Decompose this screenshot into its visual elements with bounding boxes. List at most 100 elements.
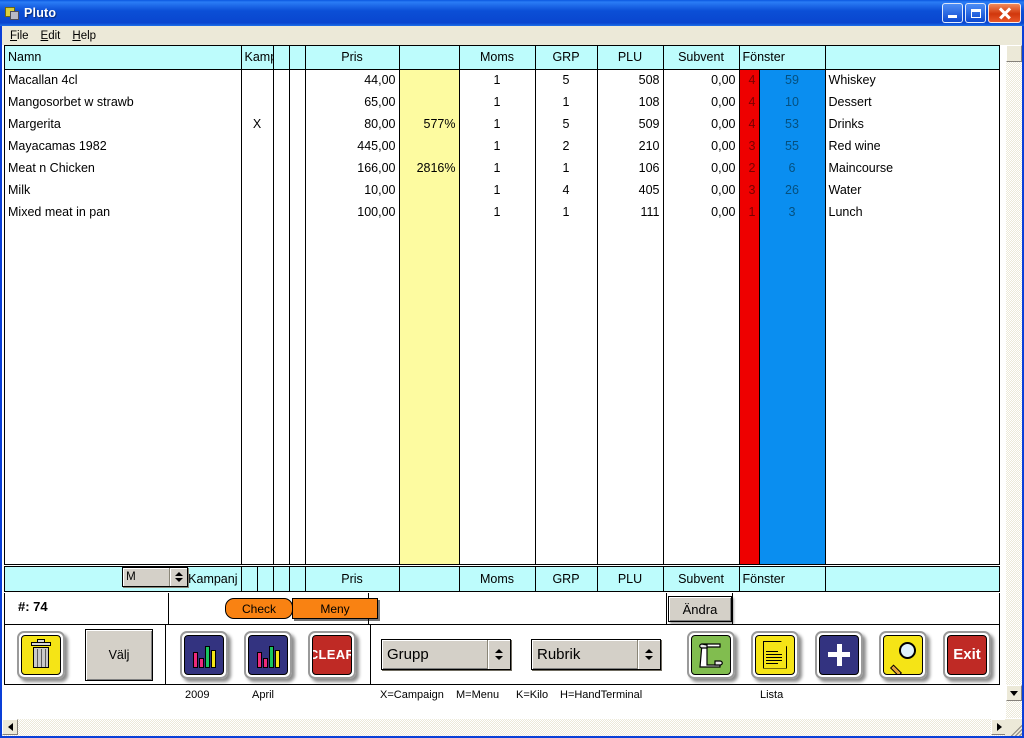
- column-header-blank-2[interactable]: [289, 46, 306, 70]
- table-row[interactable]: Mixed meat in pan 100,00 1 1 111 0,00 1 3 Lunch: [5, 201, 999, 223]
- delete-button[interactable]: [17, 630, 65, 679]
- column-header-beskrivning[interactable]: [825, 46, 999, 70]
- column-header-kampanj[interactable]: Kampanj: [241, 46, 274, 70]
- column-header-percent[interactable]: [399, 46, 460, 70]
- cell-namn: [5, 421, 242, 443]
- cell-percent: [399, 553, 460, 564]
- grupp-select-arrows[interactable]: [487, 640, 510, 669]
- table-row[interactable]: Margerita X 80,00 577% 1 5 509 0,00 4 53 Drinks: [5, 113, 999, 135]
- table-row[interactable]: [5, 421, 999, 443]
- cell-blank-1: [273, 267, 290, 289]
- cell-blank-1: [273, 333, 290, 355]
- cell-blank-1: [273, 201, 290, 223]
- table-row[interactable]: [5, 399, 999, 421]
- table-row[interactable]: Mayacamas 1982 445,00 1 2 210 0,00 3 55 Red wine: [5, 135, 999, 157]
- menu-item-edit[interactable]: Edit: [38, 29, 70, 43]
- scroll-left-button[interactable]: [2, 719, 18, 735]
- column-header-fonster[interactable]: Fönster: [739, 46, 826, 70]
- table-row[interactable]: [5, 245, 999, 267]
- table-row[interactable]: Mangosorbet w strawb 65,00 1 1 108 0,00 4 10 Des…: [5, 91, 999, 113]
- table-row[interactable]: [5, 267, 999, 289]
- exit-button[interactable]: Exit: [943, 630, 991, 679]
- cell-namn: [5, 289, 242, 311]
- cell-namn: Mixed meat in pan: [5, 201, 242, 223]
- filter-select[interactable]: M: [122, 567, 189, 587]
- report-button[interactable]: [751, 630, 799, 679]
- table-row[interactable]: [5, 223, 999, 245]
- scroll-button[interactable]: [687, 630, 735, 679]
- cell-grp: [535, 509, 598, 531]
- valj-button[interactable]: Välj: [85, 628, 153, 681]
- cell-blank-2: [289, 245, 306, 267]
- clear-button[interactable]: CLEAR: [308, 630, 356, 679]
- column-header-pris[interactable]: Pris: [305, 46, 400, 70]
- cell-grp: 2: [535, 135, 598, 157]
- grupp-select[interactable]: Grupp: [381, 639, 511, 670]
- cell-blank-2: [289, 135, 306, 157]
- table-row[interactable]: [5, 311, 999, 333]
- data-grid[interactable]: Namn Kampanj Pris Moms GRP PLU Subvent F…: [4, 45, 1000, 565]
- column-header-moms[interactable]: Moms: [459, 46, 536, 70]
- column-header-plu[interactable]: PLU: [597, 46, 664, 70]
- vertical-scrollbar-thumb[interactable]: [1006, 45, 1022, 62]
- add-button[interactable]: [815, 630, 863, 679]
- andra-button[interactable]: Ändra: [668, 596, 732, 622]
- table-row[interactable]: [5, 531, 999, 553]
- cell-namn: [5, 465, 242, 487]
- table-row[interactable]: Meat n Chicken 166,00 2816% 1 1 106 0,00 2 6 Main…: [5, 157, 999, 179]
- column-header-namn[interactable]: Namn: [5, 46, 242, 70]
- chart1-button[interactable]: [180, 630, 228, 679]
- cell-percent: [399, 135, 460, 157]
- cell-moms: 1: [459, 179, 536, 201]
- cell-plu: [597, 223, 664, 245]
- cell-plu: [597, 487, 664, 509]
- cell-pris: [305, 377, 400, 399]
- filter-select-arrows[interactable]: [169, 568, 188, 586]
- cell-plu: [597, 465, 664, 487]
- resize-grip[interactable]: [1005, 719, 1022, 736]
- maximize-icon[interactable]: [965, 3, 986, 23]
- vertical-scrollbar[interactable]: [1005, 45, 1022, 718]
- cell-pris: 10,00: [305, 179, 400, 201]
- column-header-blank-1[interactable]: [273, 46, 290, 70]
- scroll-down-button[interactable]: [1006, 685, 1022, 701]
- table-row[interactable]: Macallan 4cl 44,00 1 5 508 0,00 4 59 Whiskey: [5, 69, 999, 91]
- table-row[interactable]: [5, 465, 999, 487]
- cell-moms: 1: [459, 91, 536, 113]
- cell-percent: [399, 487, 460, 509]
- search-button[interactable]: [879, 630, 927, 679]
- table-row[interactable]: Milk 10,00 1 4 405 0,00 3 26 Water: [5, 179, 999, 201]
- cell-plu: [597, 421, 664, 443]
- cell-plu: [597, 443, 664, 465]
- status-year: 2009: [185, 689, 210, 701]
- cell-subvent: [663, 465, 740, 487]
- cell-blank-1: [273, 223, 290, 245]
- table-row[interactable]: [5, 553, 999, 564]
- table-row[interactable]: [5, 355, 999, 377]
- minimize-icon[interactable]: [942, 3, 963, 23]
- window-controls: [942, 3, 1021, 23]
- table-row[interactable]: [5, 443, 999, 465]
- table-row[interactable]: [5, 487, 999, 509]
- rubrik-select[interactable]: Rubrik: [531, 639, 661, 670]
- cell-subvent: 0,00: [663, 91, 740, 113]
- table-row[interactable]: [5, 333, 999, 355]
- cell-fonster-red: [739, 333, 760, 355]
- cell-moms: [459, 421, 536, 443]
- meny-button[interactable]: Meny: [292, 598, 378, 619]
- horizontal-scrollbar[interactable]: [2, 719, 1007, 736]
- menu-item-help[interactable]: Help: [69, 29, 105, 43]
- rubrik-select-arrows[interactable]: [637, 640, 660, 669]
- column-header-grp[interactable]: GRP: [535, 46, 598, 70]
- footer-blank-4: [289, 567, 306, 591]
- chart2-button[interactable]: [244, 630, 292, 679]
- table-row[interactable]: [5, 509, 999, 531]
- close-icon[interactable]: [988, 3, 1021, 23]
- table-row[interactable]: [5, 377, 999, 399]
- check-button[interactable]: Check: [225, 598, 293, 619]
- menu-item-file[interactable]: File: [7, 29, 38, 43]
- status-lista: Lista: [760, 689, 784, 701]
- column-header-subvent[interactable]: Subvent: [663, 46, 740, 70]
- table-row[interactable]: [5, 289, 999, 311]
- cell-namn: [5, 377, 242, 399]
